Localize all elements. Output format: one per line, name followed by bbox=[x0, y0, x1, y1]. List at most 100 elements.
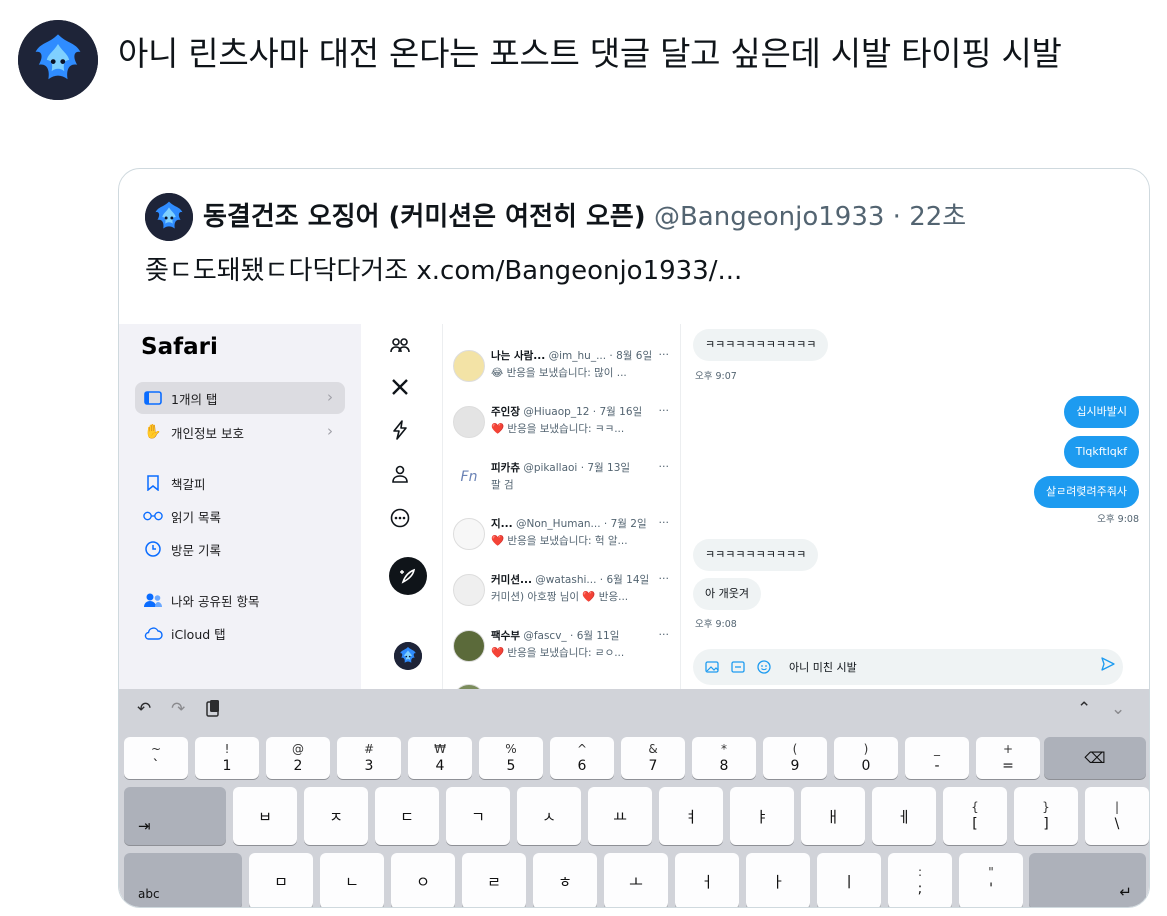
keyboard-key[interactable]: ㅔ bbox=[872, 787, 936, 845]
chevron-up-icon[interactable]: ⌃ bbox=[1077, 699, 1091, 719]
tab-key[interactable]: ⇥ bbox=[124, 787, 226, 845]
quote-time[interactable]: 22초 bbox=[909, 202, 966, 232]
message-bubble-incoming[interactable]: ㅋㅋㅋㅋㅋㅋㅋㅋㅋㅋㅋ bbox=[693, 329, 829, 361]
message-bubble-outgoing[interactable]: 십시바발시 bbox=[1064, 396, 1139, 428]
more-horizontal-icon[interactable]: ··· bbox=[659, 628, 670, 641]
keyboard-key[interactable]: + = bbox=[976, 737, 1040, 779]
lightning-icon[interactable] bbox=[381, 411, 419, 449]
send-icon[interactable] bbox=[1101, 657, 1115, 675]
list-item[interactable] bbox=[443, 680, 680, 689]
list-item[interactable]: Fn 피카츄 @pikallaoi · 7월 13일 팔 검 ··· bbox=[443, 458, 680, 514]
keyboard-key[interactable]: ₩4 bbox=[408, 737, 472, 779]
gif-icon[interactable] bbox=[729, 658, 747, 676]
more-icon[interactable] bbox=[381, 499, 419, 537]
paste-icon[interactable] bbox=[205, 699, 221, 722]
list-item-name: 주인장 bbox=[491, 406, 520, 418]
keyboard-key[interactable]: ㅣ bbox=[817, 853, 881, 907]
account-avatar[interactable] bbox=[394, 642, 422, 670]
keyboard-key[interactable]: ㅂ bbox=[233, 787, 297, 845]
keyboard-key[interactable]: ㅅ bbox=[517, 787, 581, 845]
quote-avatar[interactable] bbox=[145, 193, 193, 241]
keyboard-key[interactable]: ㄷ bbox=[375, 787, 439, 845]
keyboard-key[interactable]: ㅈ bbox=[304, 787, 368, 845]
sidebar-item-reading-list[interactable]: 읽기 목록 bbox=[135, 500, 345, 532]
keyboard-key[interactable]: ㅓ bbox=[675, 853, 739, 907]
profile-icon[interactable] bbox=[381, 455, 419, 493]
x-nav-column bbox=[361, 324, 443, 689]
chevron-down-icon[interactable]: ⌄ bbox=[1111, 699, 1125, 719]
list-item-name: 피카츄 bbox=[491, 462, 520, 474]
x-logo-icon[interactable] bbox=[381, 368, 419, 406]
keyboard-key[interactable]: & 7 bbox=[621, 737, 685, 779]
keyboard-key[interactable]: ㅇ bbox=[391, 853, 455, 907]
more-horizontal-icon[interactable]: ··· bbox=[659, 348, 670, 361]
keyboard-key[interactable]: _ - bbox=[905, 737, 969, 779]
communities-icon[interactable] bbox=[381, 326, 419, 364]
quote-handle[interactable]: @Bangeonjo1933 bbox=[654, 202, 884, 232]
sidebar-item-icloud-tabs[interactable]: iCloud 탭 bbox=[135, 617, 345, 649]
keyboard-key[interactable]: :; bbox=[888, 853, 952, 907]
compose-button[interactable] bbox=[389, 557, 427, 595]
keyboard-key[interactable]: * 8 bbox=[692, 737, 756, 779]
keyboard-key[interactable]: {[ bbox=[943, 787, 1007, 845]
keyboard-key[interactable]: }] bbox=[1014, 787, 1078, 845]
keyboard-key[interactable]: ㅐ bbox=[801, 787, 865, 845]
keyboard-key[interactable]: ! 1 bbox=[195, 737, 259, 779]
keyboard-key[interactable]: ㅛ bbox=[588, 787, 652, 845]
message-bubble-outgoing[interactable]: Tlqkftlqkf bbox=[1063, 436, 1139, 468]
list-item[interactable]: 팩수부 @fascv_ · 6월 11일 ❤️ 반응을 보냈습니다: ㄹㅇ...… bbox=[443, 626, 680, 682]
author-avatar[interactable] bbox=[18, 20, 98, 100]
keyboard-key[interactable]: ㄴ bbox=[320, 853, 384, 907]
quote-card[interactable]: 동결건조 오징어 (커미션은 여전히 오픈) @Bangeonjo1933 · … bbox=[118, 168, 1150, 908]
keyboard-key[interactable]: #3 bbox=[337, 737, 401, 779]
sidebar-item-bookmarks[interactable]: 책갈피 bbox=[135, 467, 345, 499]
keyboard-key[interactable]: ㅎ bbox=[533, 853, 597, 907]
keyboard-key[interactable]: ㅁ bbox=[249, 853, 313, 907]
keyboard-key[interactable]: ㄱ bbox=[446, 787, 510, 845]
message-bubble-incoming[interactable]: 아 개웃겨 bbox=[693, 578, 761, 610]
more-horizontal-icon[interactable]: ··· bbox=[659, 404, 670, 417]
caps-key[interactable]: abc bbox=[124, 853, 242, 907]
quote-display-name[interactable]: 동결건조 오징어 (커미션은 여전히 오픈) bbox=[203, 202, 646, 232]
return-key[interactable]: ↵ bbox=[1029, 853, 1146, 907]
list-item[interactable]: 나는 사람... @im_hu_... · 8월 6일 😂 반응을 보냈습니다:… bbox=[443, 346, 680, 402]
chevron-right-icon: › bbox=[327, 388, 333, 406]
redo-icon[interactable]: ↷ bbox=[171, 699, 185, 719]
message-bubble-incoming[interactable]: ㅋㅋㅋㅋㅋㅋㅋㅋㅋㅋ bbox=[693, 539, 819, 571]
keyboard-key[interactable]: ~ ` bbox=[124, 737, 188, 779]
sidebar-item-tabs[interactable]: 1개의 탭 › bbox=[135, 382, 345, 414]
key-label: ㅈ bbox=[329, 807, 343, 826]
keyboard-key[interactable]: ㄹ bbox=[462, 853, 526, 907]
more-horizontal-icon[interactable]: ··· bbox=[659, 516, 670, 529]
keyboard-key[interactable]: ㅑ bbox=[730, 787, 794, 845]
keyboard-key[interactable]: | \ bbox=[1085, 787, 1149, 845]
message-input[interactable]: 아니 미친 시발 bbox=[693, 649, 1123, 685]
undo-icon[interactable]: ↶ bbox=[137, 699, 151, 719]
cloud-icon bbox=[143, 623, 163, 643]
keyboard-key[interactable]: % 5 bbox=[479, 737, 543, 779]
sidebar-item-privacy[interactable]: ✋ 개인정보 보호 › bbox=[135, 416, 345, 448]
key-label: ㅑ bbox=[755, 807, 769, 826]
list-item[interactable]: 지... @Non_Human... · 7월 2일 ❤️ 반응을 보냈습니다:… bbox=[443, 514, 680, 570]
image-icon[interactable] bbox=[703, 658, 721, 676]
keyboard-key[interactable]: ) 0 bbox=[834, 737, 898, 779]
keyboard-key[interactable]: ㅏ bbox=[746, 853, 810, 907]
message-bubble-outgoing[interactable]: 살ㄹ려렺려주줘사 bbox=[1034, 476, 1139, 508]
keyboard-key[interactable]: ^ 6 bbox=[550, 737, 614, 779]
list-item[interactable]: 주인장 @Hiuaop_12 · 7월 16일 ❤️ 반응을 보냈습니다: ㅋㅋ… bbox=[443, 402, 680, 458]
keyboard-key[interactable]: ㅕ bbox=[659, 787, 723, 845]
keyboard-key[interactable]: " ' bbox=[959, 853, 1023, 907]
more-horizontal-icon[interactable]: ··· bbox=[659, 572, 670, 585]
more-horizontal-icon[interactable]: ··· bbox=[659, 460, 670, 473]
list-item[interactable]: 커미션... @watashi... · 6월 14일 커미션) 아호짱 님이 … bbox=[443, 570, 680, 626]
sidebar-item-history[interactable]: 방문 기록 bbox=[135, 533, 345, 565]
keyboard-key[interactable]: (9 bbox=[763, 737, 827, 779]
delete-key[interactable]: ⌫ bbox=[1044, 737, 1146, 779]
sidebar-item-shared[interactable]: 나와 공유된 항목 bbox=[135, 584, 345, 616]
message-timestamp: 오후 9:08 bbox=[695, 619, 737, 630]
emoji-icon[interactable] bbox=[755, 658, 773, 676]
keyboard-key[interactable]: @2 bbox=[266, 737, 330, 779]
attached-screenshot[interactable]: Safari 1개의 탭 › ✋ 개인정보 보호 › 책갈피 읽기 목록 방문 … bbox=[119, 324, 1149, 907]
key-label-top: # bbox=[363, 741, 375, 756]
keyboard-key[interactable]: ㅗ bbox=[604, 853, 668, 907]
